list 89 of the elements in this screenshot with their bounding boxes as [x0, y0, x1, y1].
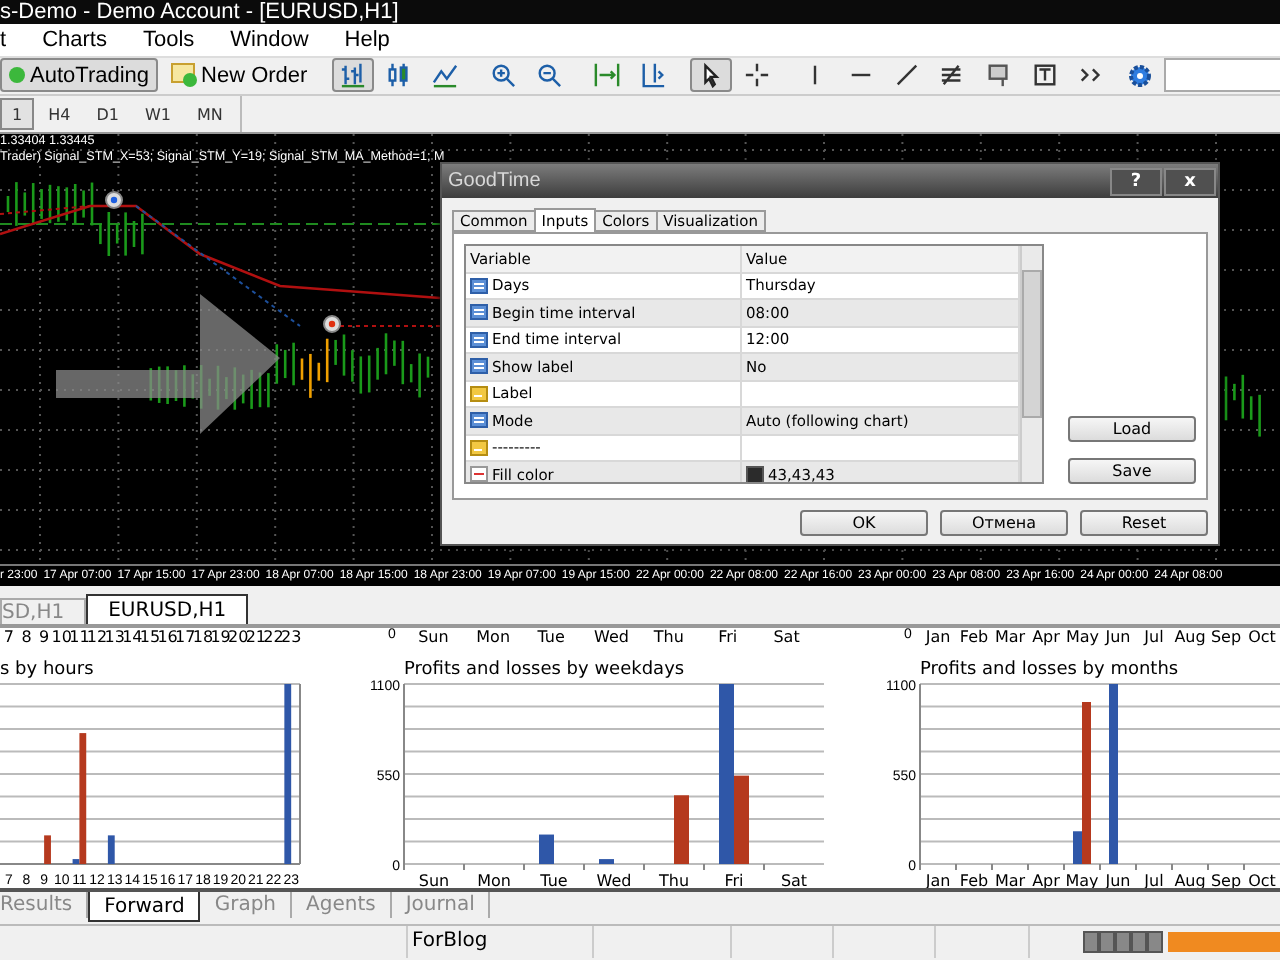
dialog-button[interactable]: OK	[800, 510, 928, 537]
text-type-icon	[470, 385, 488, 402]
chart-bar	[599, 859, 614, 865]
axis-label: Thu	[652, 628, 685, 647]
settings-icon	[1127, 63, 1152, 88]
crosshair-icon	[743, 62, 770, 89]
timeframe-button[interactable]: W1	[132, 98, 183, 131]
new-order-icon	[169, 62, 198, 89]
signal-marker	[105, 191, 123, 210]
chart-title: Profits and losses by months	[918, 658, 1181, 681]
timeframe-button[interactable]: 1	[0, 98, 35, 131]
axis-label: 7	[1, 628, 16, 647]
candlestick-icon	[385, 62, 412, 89]
axis-label: Tue	[540, 872, 568, 889]
axis-label: Mar	[994, 628, 1026, 647]
dialog-button[interactable]: Load	[1068, 416, 1196, 443]
scroll-end-icon	[593, 62, 620, 89]
menu-item[interactable]: Tools	[124, 28, 213, 53]
number-type-icon	[470, 331, 488, 348]
number-type-icon	[470, 412, 488, 429]
number-type-icon	[470, 304, 488, 321]
text-tool-icon	[1031, 62, 1058, 89]
axis-label: Fri	[724, 872, 744, 889]
axis-label: Oct	[1248, 872, 1276, 889]
chart-shift-icon	[639, 62, 666, 89]
axis-label: May	[1066, 628, 1098, 647]
trend-line-icon	[893, 62, 920, 89]
color-type-icon	[470, 466, 488, 483]
chart-title: s by hours	[0, 658, 96, 681]
axis-label: Feb	[958, 628, 990, 647]
axis-label: Sat	[780, 872, 808, 889]
axis-label: Mon	[476, 628, 509, 647]
dialog-button[interactable]: Reset	[1080, 510, 1208, 537]
axis-label: Fri	[716, 628, 740, 647]
chart-tab[interactable]: EURUSD,H1	[86, 594, 249, 625]
menu-item[interactable]: t	[0, 28, 25, 53]
menu-item[interactable]: Charts	[24, 28, 125, 53]
axis-label: Mon	[477, 872, 511, 889]
axis-label: Thu	[658, 872, 690, 889]
status-dot-icon	[8, 66, 26, 85]
axis-label: Oct	[1246, 628, 1278, 647]
signal-marker	[323, 315, 341, 334]
axis-label: Aug	[1174, 628, 1206, 647]
window-title: s-Demo - Demo Account - [EURUSD,H1]	[0, 0, 399, 25]
axis-label: 8	[19, 628, 34, 647]
menu-item[interactable]: Help	[326, 28, 408, 53]
axis-label: Sep	[1210, 628, 1242, 647]
close-button[interactable]: x	[1164, 167, 1216, 196]
bar-chart-icon	[339, 62, 366, 89]
line-chart-icon	[431, 62, 458, 89]
axis-label: Wed	[596, 872, 632, 889]
timeframe-button[interactable]: D1	[84, 98, 131, 131]
menu-item[interactable]: Window	[212, 28, 327, 53]
chart-bar	[674, 795, 689, 865]
number-type-icon	[470, 358, 488, 375]
timeframe-button[interactable]: MN	[184, 98, 235, 131]
chart-bar	[44, 836, 51, 865]
dialog-button[interactable]: Отмена	[940, 510, 1068, 537]
axis-label: Tue	[535, 628, 567, 647]
toolbar-button[interactable]	[689, 58, 732, 93]
axis-label: Mar	[994, 872, 1026, 889]
axis-label: Apr	[1030, 628, 1062, 647]
axis-label: Sun	[418, 872, 450, 889]
axis-label: Wed	[594, 628, 626, 647]
label-icon	[985, 62, 1012, 89]
axis-label: Feb	[959, 872, 989, 889]
fibonacci-icon	[939, 62, 966, 89]
panel-tab[interactable]: Forward	[88, 892, 201, 923]
auto-trading-button[interactable]: AutoTrading	[0, 58, 158, 93]
zoom-in-icon	[489, 62, 516, 89]
number-type-icon	[470, 277, 488, 294]
axis-label: Jan	[923, 628, 953, 647]
timeframe-button[interactable]: H4	[36, 98, 83, 131]
axis-label: Sun	[417, 628, 450, 647]
zoom-out-icon	[535, 62, 562, 89]
scrollbar[interactable]	[1020, 246, 1042, 483]
help-button[interactable]: ?	[1110, 167, 1162, 196]
axis-label: Sat	[771, 628, 802, 647]
status-text: ForBlog	[408, 926, 594, 959]
dotted-line	[0, 205, 91, 216]
text-type-icon	[470, 439, 488, 456]
axis-label: Jul	[1141, 628, 1166, 647]
chart-bar	[107, 836, 115, 865]
new-order-button[interactable]: New Order	[161, 58, 316, 93]
axis-label: Jun	[1102, 628, 1133, 647]
chart-title: Profits and losses by weekdays	[402, 658, 687, 681]
chart-bar	[539, 835, 554, 865]
dialog-button[interactable]: Save	[1068, 458, 1196, 485]
dialog-title: GoodTime	[448, 170, 543, 193]
